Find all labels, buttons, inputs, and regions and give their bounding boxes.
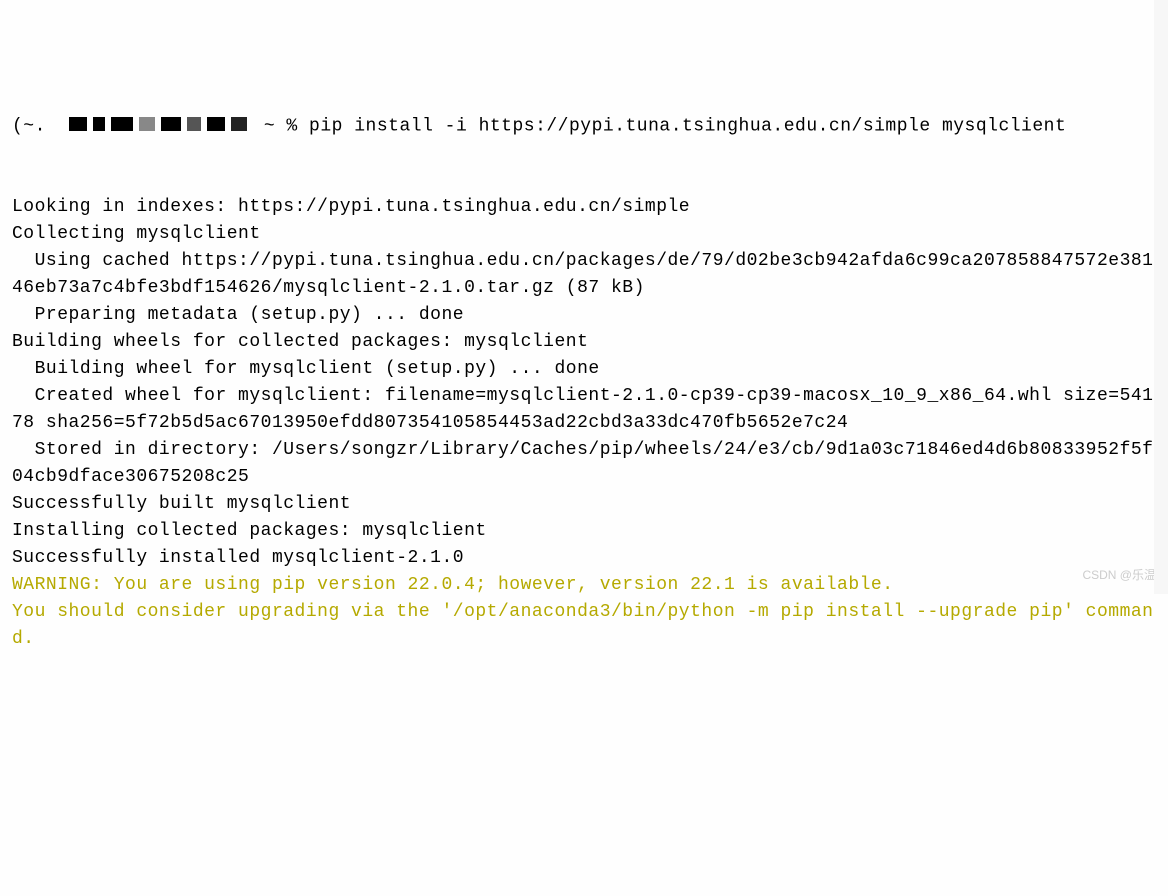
output-line: Using cached https://pypi.tuna.tsinghua.… bbox=[12, 251, 1153, 298]
warning-line: WARNING: You are using pip version 22.0.… bbox=[12, 575, 894, 595]
output-line: Collecting mysqlclient bbox=[12, 224, 261, 244]
command-text: pip install -i https://pypi.tuna.tsinghu… bbox=[309, 116, 1066, 136]
terminal-output[interactable]: (~. ~ % pip install -i https://pypi.tuna… bbox=[12, 112, 1156, 653]
watermark: CSDN @乐温 bbox=[1082, 566, 1156, 584]
output-line: Looking in indexes: https://pypi.tuna.ts… bbox=[12, 197, 690, 217]
warning-line: You should consider upgrading via the '/… bbox=[12, 602, 1153, 649]
output-line: Preparing metadata (setup.py) ... done bbox=[12, 305, 464, 325]
output-line: Stored in directory: /Users/songzr/Libra… bbox=[12, 440, 1153, 487]
redacted-blocks bbox=[69, 112, 253, 139]
scrollbar-thumb[interactable] bbox=[1156, 2, 1166, 47]
redacted-user-host: (~. bbox=[12, 116, 69, 136]
output-line: Successfully installed mysqlclient-2.1.0 bbox=[12, 548, 464, 568]
scrollbar[interactable] bbox=[1154, 0, 1168, 594]
output-line: Building wheel for mysqlclient (setup.py… bbox=[12, 359, 600, 379]
command-prompt-line: (~. ~ % pip install -i https://pypi.tuna… bbox=[12, 112, 1156, 140]
output-line: Building wheels for collected packages: … bbox=[12, 332, 588, 352]
output-line: Installing collected packages: mysqlclie… bbox=[12, 521, 487, 541]
prompt-path: ~ % bbox=[264, 116, 309, 136]
output-line: Created wheel for mysqlclient: filename=… bbox=[12, 386, 1153, 433]
output-line: Successfully built mysqlclient bbox=[12, 494, 351, 514]
